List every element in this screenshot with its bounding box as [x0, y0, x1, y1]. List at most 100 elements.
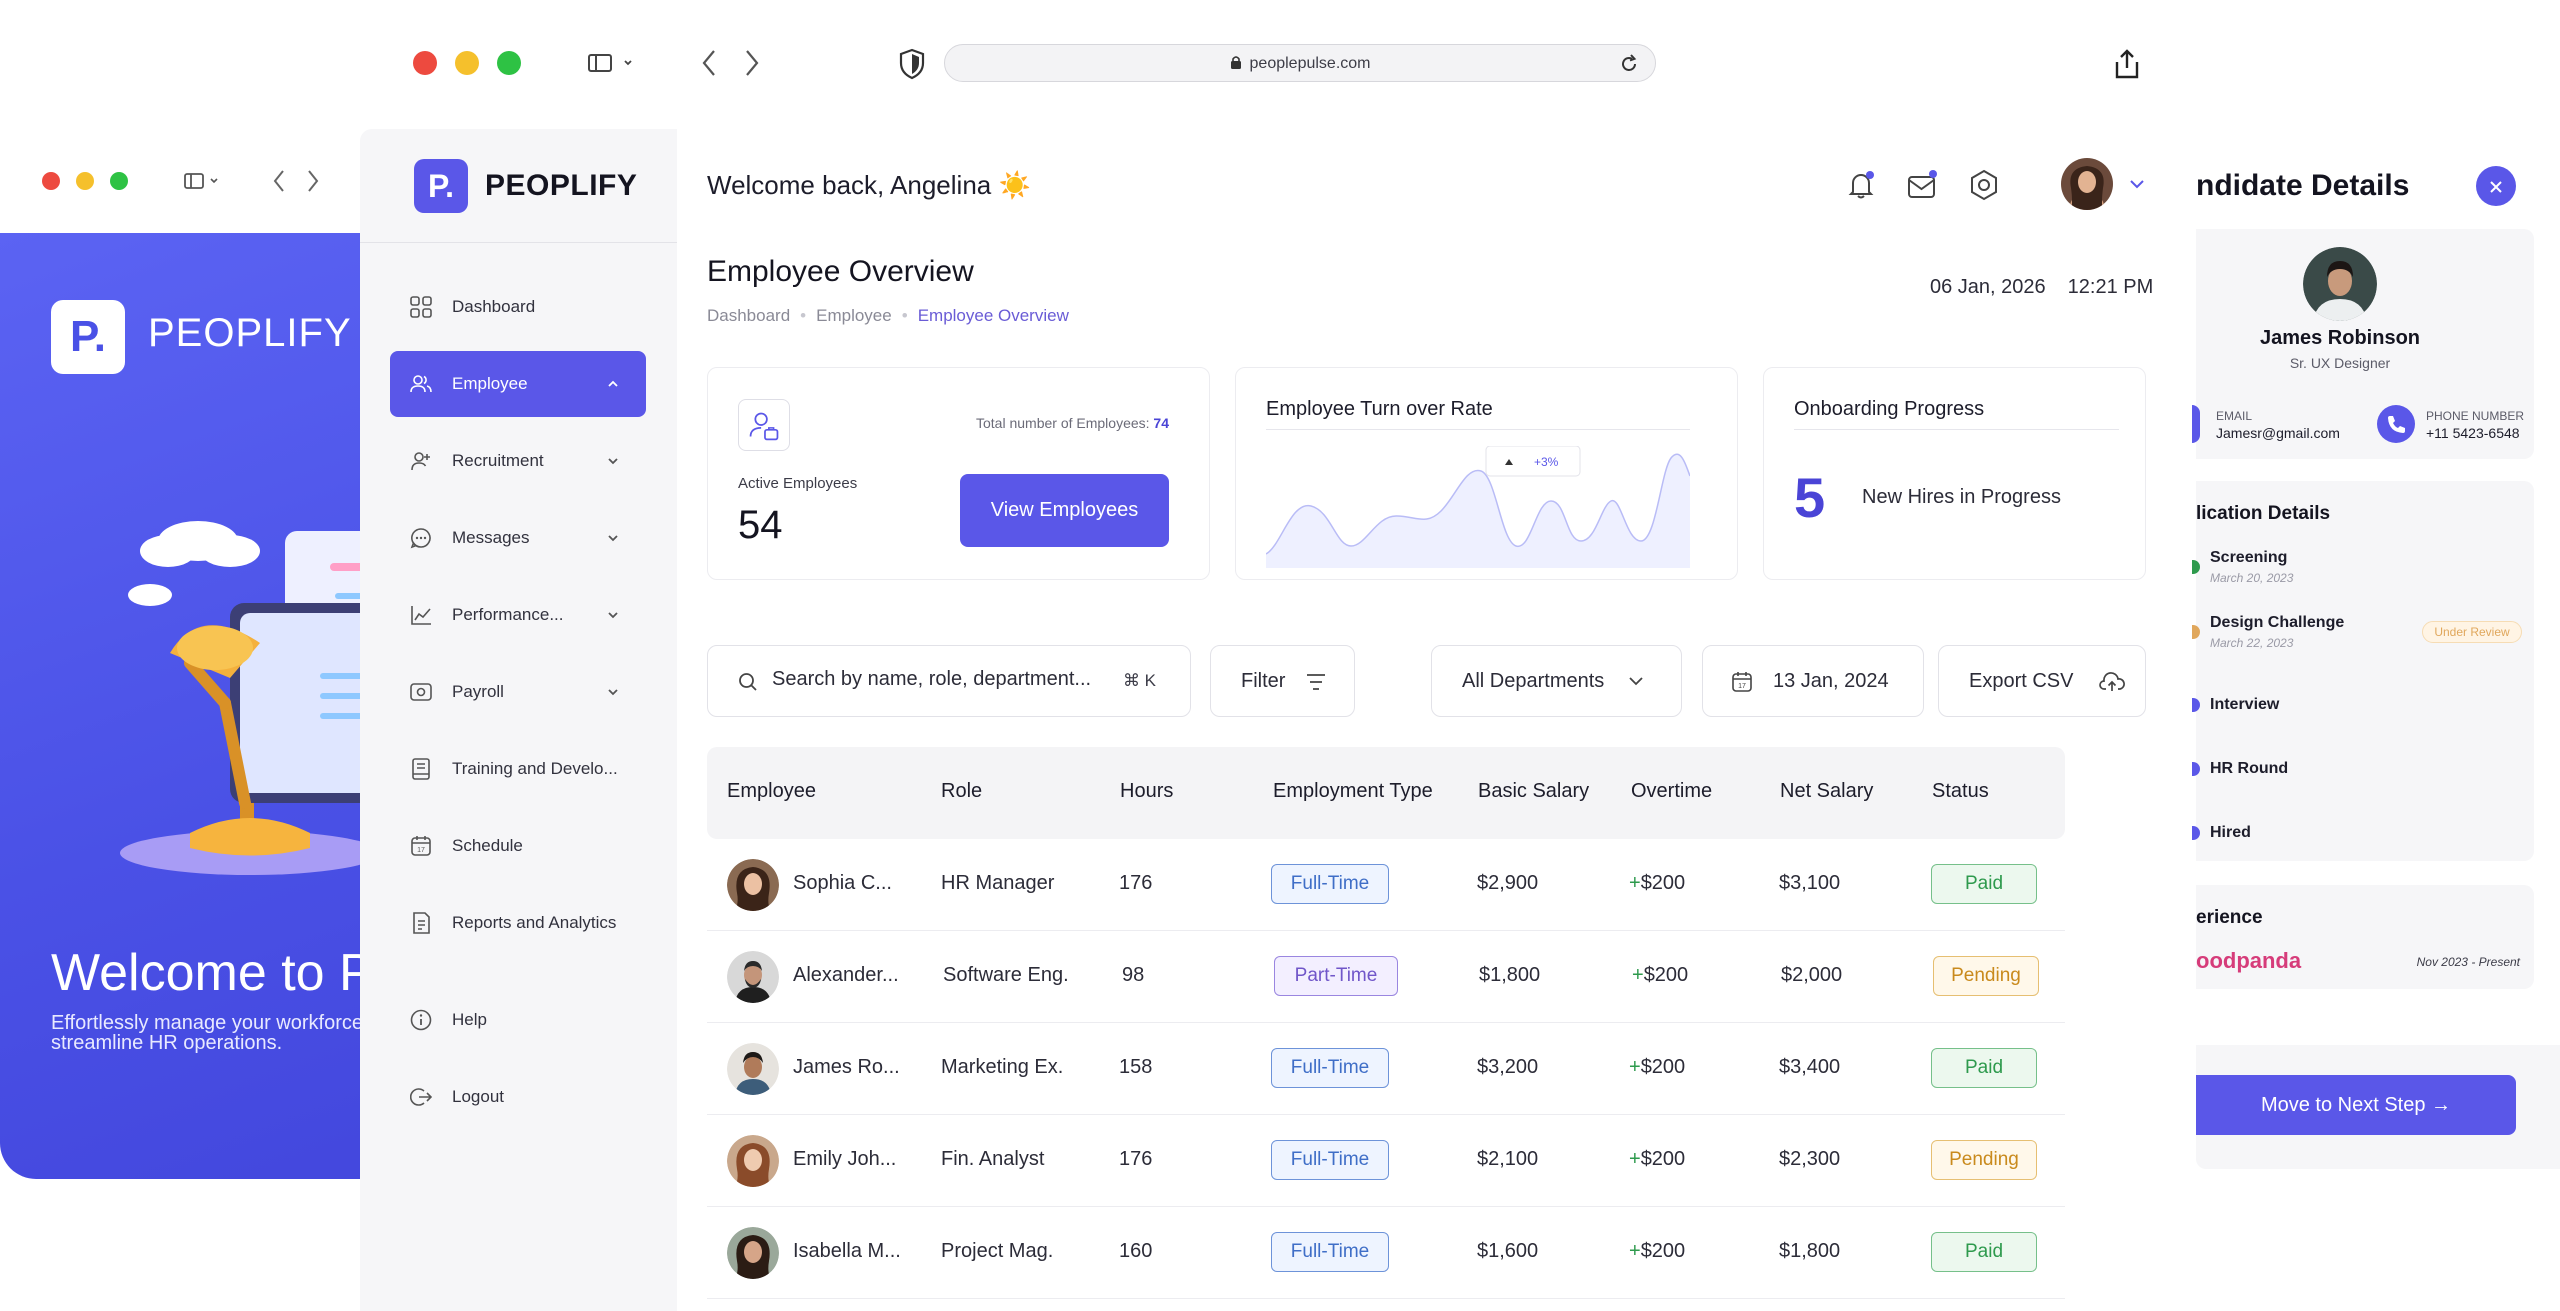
share-icon[interactable]	[2113, 48, 2141, 80]
address-bar[interactable]: peoplepulse.com	[944, 44, 1656, 82]
sidebar-item-schedule[interactable]: 17 Schedule	[390, 813, 646, 879]
phone-icon[interactable]	[2377, 405, 2415, 443]
user-menu[interactable]	[2061, 158, 2147, 212]
settings-button[interactable]	[1967, 168, 2001, 202]
date-value: 13 Jan, 2024	[1773, 670, 1889, 692]
back-welcome-heading: Welcome to P	[51, 944, 374, 1002]
back-arrow-icon[interactable]	[272, 168, 286, 194]
employee-name[interactable]: Emily Joh...	[793, 1148, 896, 1171]
col-net-salary[interactable]: Net Salary	[1780, 780, 1873, 803]
chevron-down-icon[interactable]	[606, 685, 620, 699]
sidebar-item-training[interactable]: Training and Develo...	[390, 736, 646, 802]
experience-title: erience	[2196, 907, 2263, 928]
employment-type-badge: Full-Time	[1271, 864, 1389, 904]
step-design-challenge[interactable]: Design Challenge	[2210, 614, 2344, 632]
move-to-next-step-button[interactable]: Move to Next Step →	[2196, 1075, 2516, 1135]
col-basic-salary[interactable]: Basic Salary	[1478, 780, 1589, 803]
employee-name[interactable]: James Ro...	[793, 1056, 900, 1079]
step-screening[interactable]: Screening	[2210, 549, 2287, 567]
forward-arrow-icon[interactable]	[306, 168, 320, 194]
notification-button[interactable]	[1844, 168, 1878, 202]
experience-company: oodpanda	[2196, 948, 2302, 973]
sidebar-item-employee[interactable]: Employee	[390, 351, 646, 417]
new-hires-label: New Hires in Progress	[1862, 486, 2061, 508]
search-box[interactable]: ⌘ K	[707, 645, 1191, 717]
close-window-dot[interactable]	[42, 172, 60, 190]
maximize-window-dot[interactable]	[497, 51, 521, 75]
sidebar-item-payroll[interactable]: Payroll	[390, 659, 646, 725]
col-employee[interactable]: Employee	[727, 780, 816, 803]
table-row[interactable]: Isabella M... Project Mag. 160 Full-Time…	[707, 1207, 2065, 1299]
step-interview[interactable]: Interview	[2210, 696, 2279, 714]
turnover-card: Employee Turn over Rate +3%	[1235, 367, 1738, 580]
table-row[interactable]: Emily Joh... Fin. Analyst 176 Full-Time …	[707, 1115, 2065, 1207]
filter-button[interactable]: Filter	[1210, 645, 1355, 717]
chevron-down-icon[interactable]	[606, 531, 620, 545]
department-select[interactable]: All Departments	[1431, 645, 1682, 717]
sidebar-item-help[interactable]: Help	[390, 987, 646, 1053]
overtime-sign: +	[1629, 1148, 1641, 1170]
table-row[interactable]: Sophia C... HR Manager 176 Full-Time $2,…	[707, 839, 2065, 931]
overtime-value: $200	[1640, 1240, 1686, 1262]
employee-name[interactable]: Sophia C...	[793, 872, 892, 895]
sidebar-item-dashboard[interactable]: Dashboard	[390, 274, 646, 340]
col-overtime[interactable]: Overtime	[1631, 780, 1712, 803]
forward-arrow-icon[interactable]	[743, 48, 761, 78]
url-text[interactable]: peoplepulse.com	[945, 55, 1655, 73]
reload-icon[interactable]	[1619, 54, 1639, 74]
search-input[interactable]	[772, 668, 1112, 691]
sidebar-item-logout[interactable]: Logout	[390, 1064, 646, 1130]
sidebar-item-performance[interactable]: Performance...	[390, 582, 646, 648]
minimize-window-dot[interactable]	[455, 51, 479, 75]
close-window-dot[interactable]	[413, 51, 437, 75]
employee-role: Software Eng.	[943, 964, 1069, 986]
mail-button[interactable]	[1905, 168, 1939, 202]
close-panel-button[interactable]	[2476, 166, 2516, 206]
svg-text:17: 17	[417, 847, 425, 854]
app-logo-letter: P.	[427, 168, 455, 204]
privacy-shield-icon[interactable]	[898, 48, 926, 80]
sidebar-item-recruitment[interactable]: Recruitment	[390, 428, 646, 494]
status-badge: Pending	[1933, 956, 2039, 996]
table-row[interactable]: James Ro... Marketing Ex. 158 Full-Time …	[707, 1023, 2065, 1115]
employee-name[interactable]: Isabella M...	[793, 1240, 901, 1263]
back-logo-text: PEOPLIFY	[148, 311, 352, 355]
chevron-up-icon[interactable]	[606, 377, 620, 391]
page-title: Employee Overview	[707, 255, 974, 288]
phone-value[interactable]: +11 5423-6548	[2426, 425, 2520, 441]
overtime-sign: +	[1632, 964, 1644, 986]
sidebar-item-messages[interactable]: Messages	[390, 505, 646, 571]
chevron-down-icon[interactable]	[606, 454, 620, 468]
col-hours[interactable]: Hours	[1120, 780, 1173, 803]
back-logo: P.	[51, 300, 125, 374]
back-logo-letter: P.	[70, 312, 106, 361]
col-role[interactable]: Role	[941, 780, 982, 803]
sidebar-item-reports[interactable]: Reports and Analytics	[390, 890, 646, 956]
maximize-window-dot[interactable]	[110, 172, 128, 190]
minimize-window-dot[interactable]	[76, 172, 94, 190]
active-employees-value: 54	[738, 503, 783, 547]
date-picker[interactable]: 17 13 Jan, 2024	[1702, 645, 1924, 717]
chevron-down-icon[interactable]	[606, 608, 620, 622]
back-window: P. PEOPLIFY Welcome to P Effortlessly ma…	[0, 0, 420, 1180]
employee-name[interactable]: Alexander...	[793, 964, 899, 987]
back-arrow-icon[interactable]	[700, 48, 718, 78]
sidebar-toggle-icon[interactable]	[588, 52, 638, 74]
col-status[interactable]: Status	[1932, 780, 1989, 803]
step-hired[interactable]: Hired	[2210, 824, 2251, 842]
col-employment-type[interactable]: Employment Type	[1273, 780, 1433, 803]
new-hires-count: 5	[1794, 466, 1826, 529]
step-hr-round[interactable]: HR Round	[2210, 760, 2288, 778]
sidebar-item-label: Employee	[452, 374, 528, 393]
breadcrumb-employee[interactable]: Employee	[816, 306, 892, 325]
status-badge: Under Review	[2422, 621, 2522, 643]
view-employees-button[interactable]: View Employees	[960, 474, 1169, 547]
export-csv-button[interactable]: Export CSV	[1938, 645, 2146, 717]
overtime: +$200	[1629, 872, 1685, 895]
step-date: March 22, 2023	[2210, 636, 2294, 650]
email-value[interactable]: Jamesr@gmail.com	[2216, 425, 2340, 441]
table-row[interactable]: Alexander... Software Eng. 98 Part-Time …	[707, 931, 2065, 1023]
sidebar-toggle-icon[interactable]	[184, 172, 222, 190]
app-logo[interactable]: P.	[414, 159, 468, 213]
breadcrumb-dashboard[interactable]: Dashboard	[707, 306, 790, 325]
